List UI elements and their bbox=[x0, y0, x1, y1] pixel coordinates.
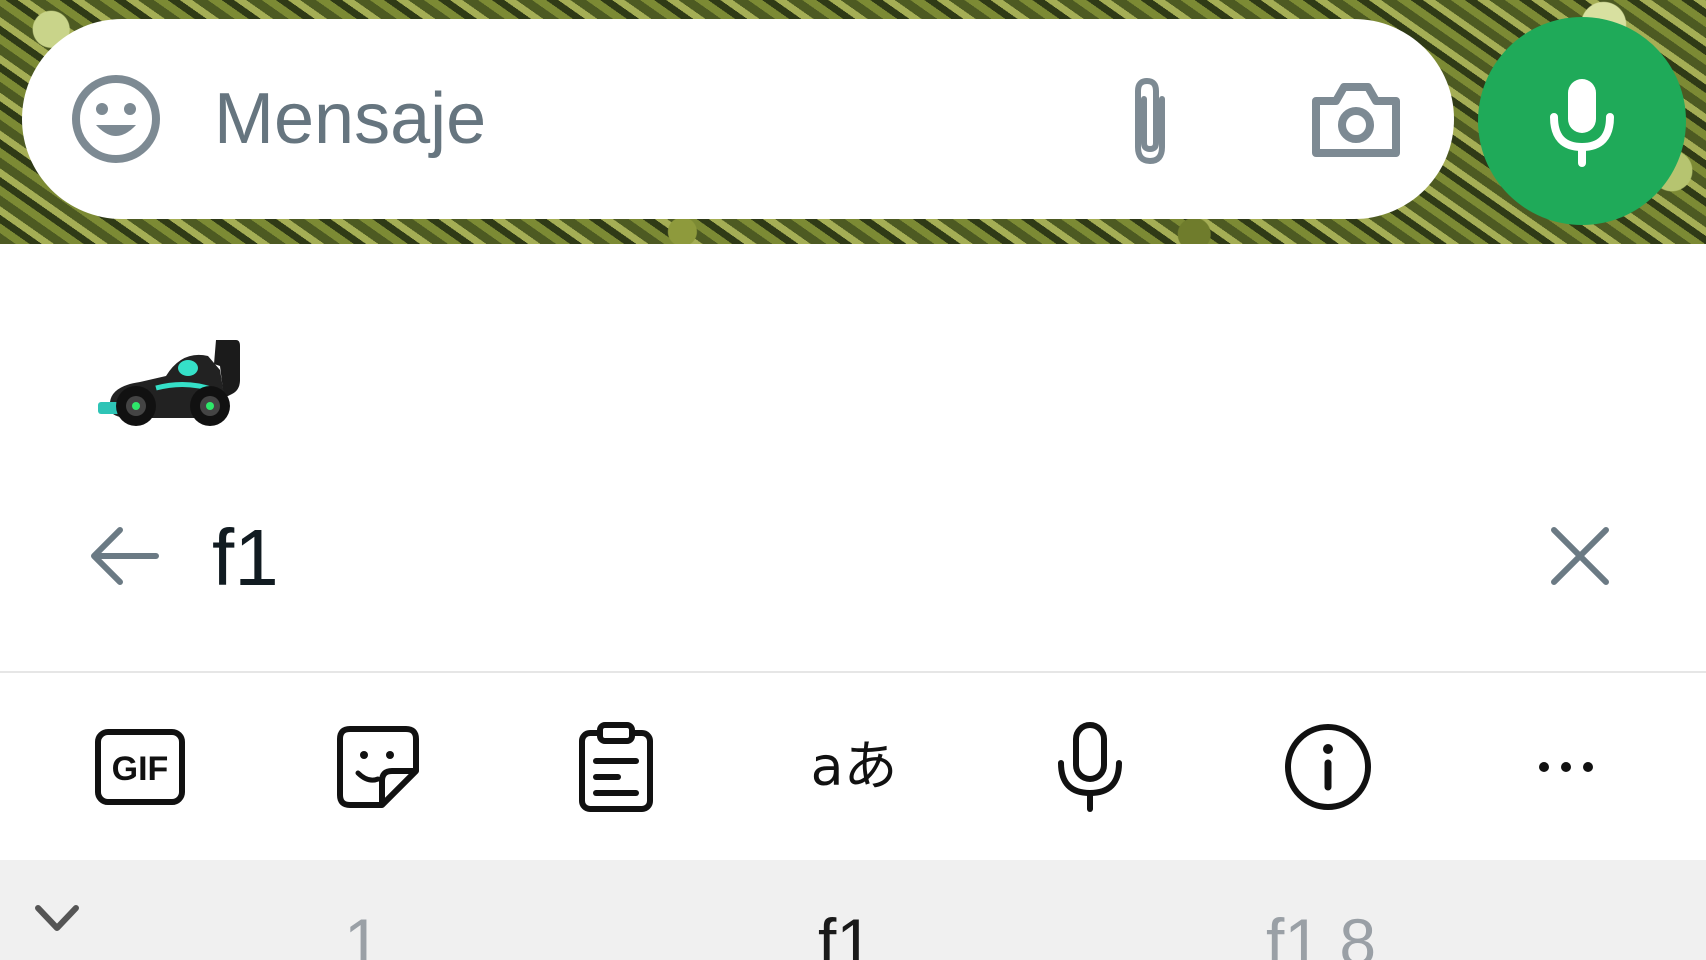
camera-icon[interactable] bbox=[1308, 77, 1404, 161]
emoji-search-bar: f1 bbox=[0, 474, 1706, 670]
smiley-icon[interactable] bbox=[70, 73, 162, 165]
search-query[interactable]: f1 bbox=[212, 510, 279, 606]
translate-button[interactable]: aあ bbox=[806, 719, 902, 815]
racing-car-emoji[interactable] bbox=[96, 336, 242, 432]
suggestion-item[interactable]: f1 8 bbox=[1266, 902, 1376, 960]
more-icon bbox=[1539, 762, 1593, 772]
info-icon bbox=[1285, 724, 1371, 810]
clipboard-icon bbox=[579, 722, 653, 812]
translate-icon: aあ bbox=[811, 734, 898, 797]
close-icon[interactable] bbox=[1548, 524, 1612, 588]
voice-input-button[interactable] bbox=[1042, 719, 1138, 815]
gif-button[interactable]: GIF bbox=[92, 719, 188, 815]
suggestion-item[interactable]: 1 bbox=[344, 902, 381, 960]
microphone-icon bbox=[1550, 79, 1614, 167]
svg-text:GIF: GIF bbox=[112, 750, 169, 788]
clipboard-button[interactable] bbox=[568, 719, 664, 815]
sticker-icon bbox=[337, 726, 419, 808]
info-button[interactable] bbox=[1280, 719, 1376, 815]
arrow-left-icon[interactable] bbox=[86, 518, 162, 594]
message-input[interactable] bbox=[214, 67, 1014, 171]
gif-icon: GIF bbox=[95, 729, 185, 805]
more-button[interactable] bbox=[1518, 719, 1614, 815]
voice-message-button[interactable] bbox=[1478, 17, 1686, 225]
microphone-icon bbox=[1058, 722, 1122, 812]
svg-text:aあ: aあ bbox=[811, 734, 898, 797]
suggestion-strip: 1 f1 f1 8 bbox=[0, 860, 1706, 960]
emoji-results bbox=[0, 244, 1706, 474]
paperclip-icon[interactable] bbox=[1120, 71, 1180, 169]
suggestion-item-primary[interactable]: f1 bbox=[818, 902, 873, 960]
keyboard-toolbar: GIF aあ bbox=[0, 673, 1706, 860]
chevron-down-icon[interactable] bbox=[32, 900, 82, 936]
sticker-button[interactable] bbox=[330, 719, 426, 815]
message-composer bbox=[22, 19, 1454, 219]
